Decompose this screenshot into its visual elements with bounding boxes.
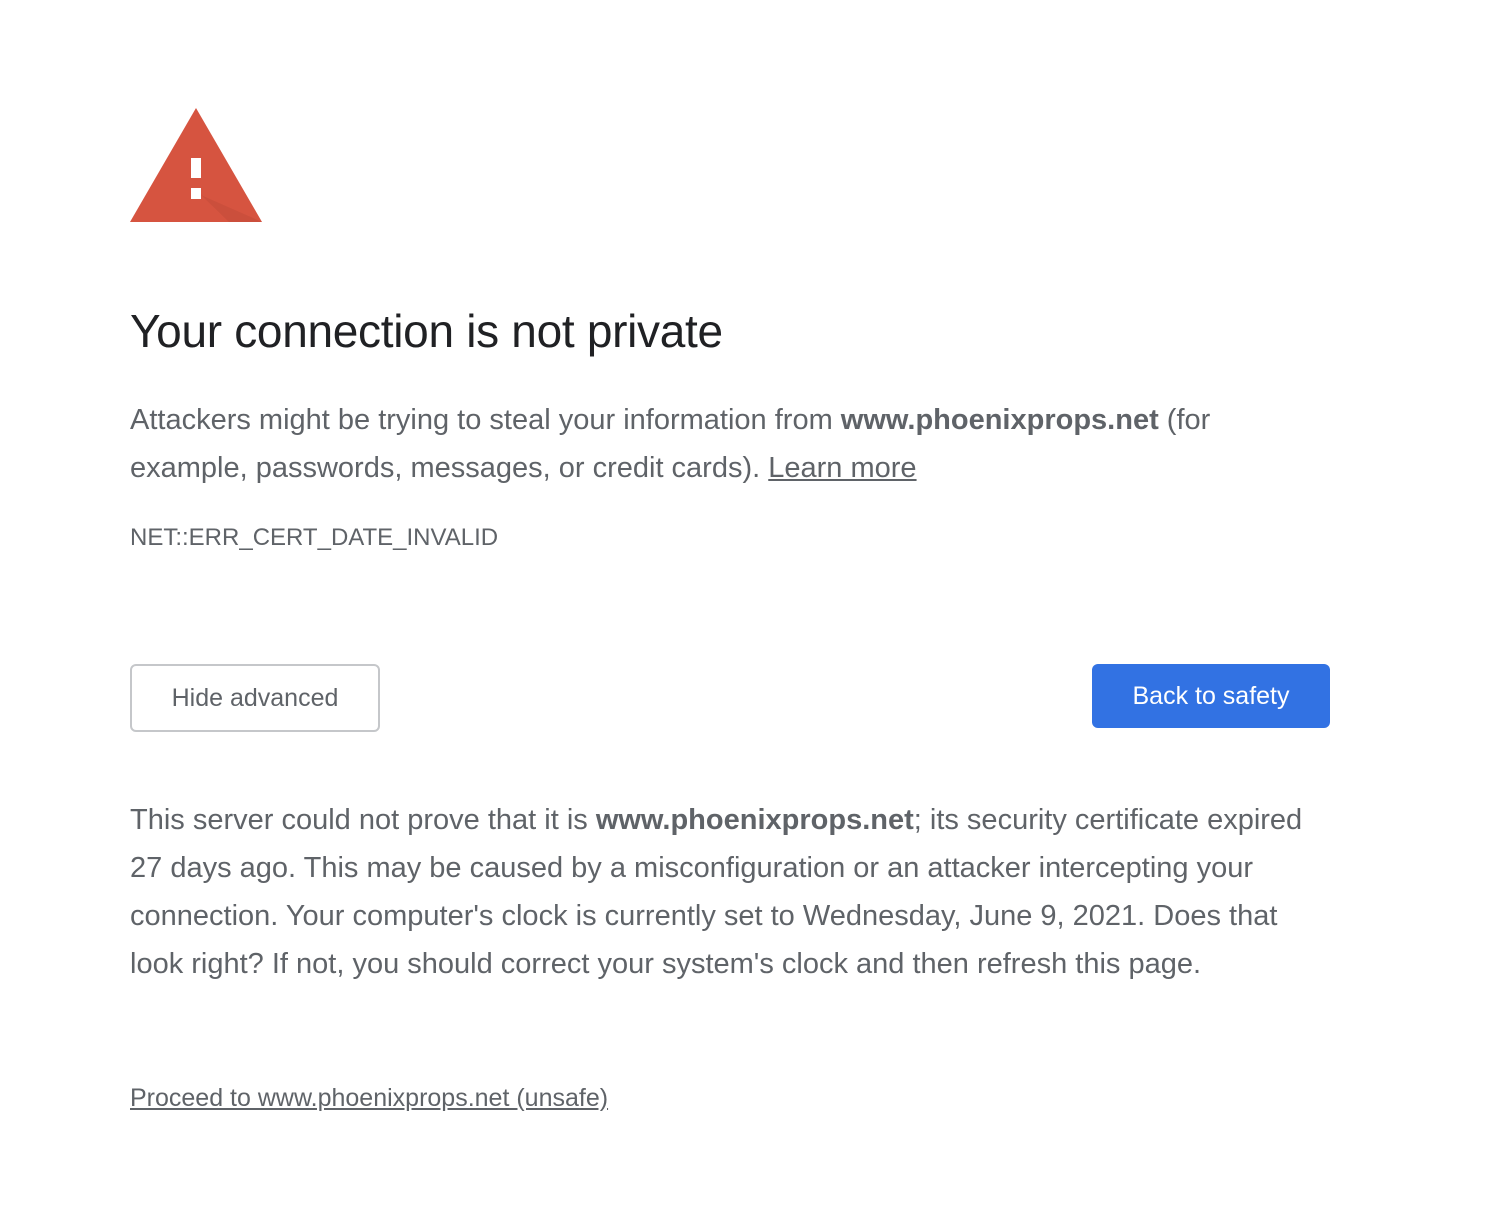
main-message-prefix: Attackers might be trying to steal your … <box>130 404 841 436</box>
hide-advanced-button[interactable]: Hide advanced <box>130 664 380 732</box>
warning-triangle-icon <box>130 108 262 222</box>
error-code: NET::ERR_CERT_DATE_INVALID <box>130 524 499 551</box>
details-prefix: This server could not prove that it is <box>130 804 596 836</box>
page-title: Your connection is not private <box>130 305 723 357</box>
details-domain: www.phoenixprops.net <box>595 804 914 836</box>
proceed-unsafe-link[interactable]: Proceed to www.phoenixprops.net (unsafe) <box>130 1084 608 1113</box>
main-message-domain: www.phoenixprops.net <box>840 404 1159 436</box>
back-to-safety-button[interactable]: Back to safety <box>1092 664 1330 728</box>
main-message: Attackers might be trying to steal your … <box>130 396 1320 492</box>
details-message: This server could not prove that it is w… <box>130 796 1320 988</box>
learn-more-link[interactable]: Learn more <box>768 452 916 484</box>
